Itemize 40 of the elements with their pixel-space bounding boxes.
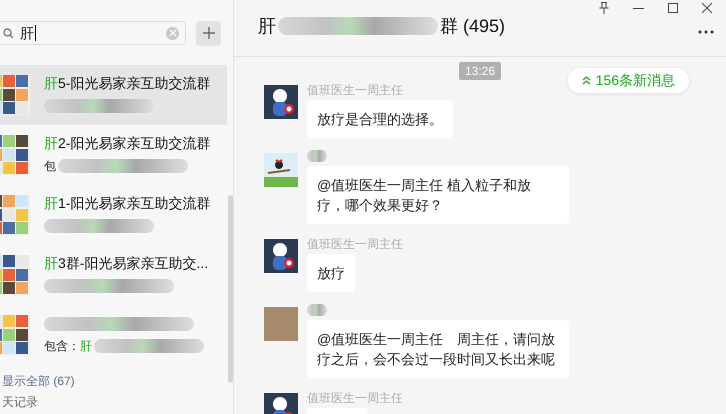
group-avatar [0, 75, 30, 115]
double-chevron-up-icon [582, 76, 591, 85]
sender-name: 值班医生一周主任 [307, 82, 403, 96]
search-field[interactable]: 肝 [0, 21, 186, 45]
group-name: 肝1-阳光易家亲互助交流群 [44, 195, 210, 213]
search-result[interactable]: 肝1-阳光易家亲互助交流群 [0, 185, 227, 245]
close-icon[interactable] [702, 3, 712, 13]
bear-avatar[interactable] [264, 239, 298, 273]
add-button[interactable] [196, 20, 221, 46]
show-all-link[interactable]: 显示全部 (67) [2, 373, 75, 391]
sender-name: 值班医生一周主任 [307, 236, 403, 250]
chat-title: 肝 [258, 15, 276, 38]
group-name: 肝2-阳光易家亲互助交流群 [44, 135, 210, 153]
search-result[interactable]: 肝3群-阳光易家亲互助交... [0, 245, 227, 305]
search-result[interactable]: 肝5-阳光易家亲互助交流群 [0, 65, 227, 125]
pin-icon[interactable] [599, 2, 609, 14]
timestamp: 13:26 [458, 62, 502, 80]
message-bubble: @值班医生一周主任 周主任，请问放疗之后，会不会过一段时间又长出来呢 [307, 320, 569, 378]
group-name: 肝5-阳光易家亲互助交流群 [44, 75, 210, 93]
scrollbar[interactable] [228, 195, 233, 383]
group-name: 肝3群-阳光易家亲互助交... [44, 255, 208, 273]
match-hint: 包含：肝 [44, 338, 92, 354]
bear-avatar[interactable] [264, 85, 298, 119]
blurred-text [307, 304, 327, 316]
search-icon [3, 28, 14, 38]
member-count: 群 (495) [440, 15, 506, 38]
message-bubble: @值班医生一周主任 植入粒子和放疗，哪个效果更好？ [307, 166, 569, 224]
plus-icon [202, 27, 214, 39]
message-bubble: 放疗是合理的选择。 [307, 100, 453, 138]
search-result[interactable]: 肝2-阳光易家亲互助交流群 包 [0, 125, 227, 185]
match-hint: 包 [44, 158, 56, 174]
message-bubble: 放疗 [307, 254, 355, 292]
cartoon-avatar[interactable] [264, 153, 298, 187]
search-result[interactable]: 包含：肝 [0, 305, 227, 365]
maximize-icon[interactable] [668, 3, 678, 13]
section-label: 天记录 [2, 395, 38, 409]
blurred-text [307, 150, 327, 162]
sender-name: 值班医生一周主任 [307, 390, 403, 404]
more-icon[interactable] [698, 30, 714, 34]
search-text: 肝 [20, 25, 36, 41]
